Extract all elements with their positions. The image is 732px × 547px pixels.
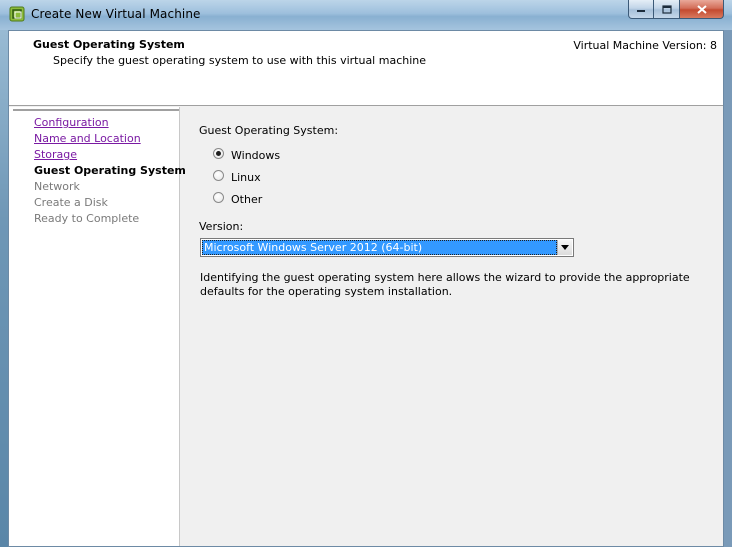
wizard-window: Create New Virtual Machine Guest Operati… (0, 0, 732, 547)
step-guest-operating-system: Guest Operating System (34, 164, 186, 177)
version-dropdown[interactable]: Microsoft Windows Server 2012 (64-bit) (200, 238, 574, 257)
close-button[interactable] (680, 0, 724, 19)
radio-windows-label[interactable]: Windows (231, 149, 280, 162)
version-label: Version: (199, 220, 244, 233)
caption-buttons (628, 0, 724, 20)
guest-os-label: Guest Operating System: (199, 124, 339, 137)
title-bar[interactable]: Create New Virtual Machine (0, 0, 732, 30)
window-title: Create New Virtual Machine (31, 7, 201, 21)
maximize-icon (661, 4, 672, 14)
radio-linux[interactable] (213, 170, 224, 181)
step-configuration[interactable]: Configuration (34, 116, 109, 129)
window-right-border (724, 30, 732, 547)
page-title: Guest Operating System (33, 38, 185, 51)
maximize-button[interactable] (654, 0, 680, 19)
minimize-icon (637, 10, 645, 12)
vm-wizard-icon (9, 6, 25, 22)
page-subtitle: Specify the guest operating system to us… (53, 54, 427, 67)
radio-windows[interactable] (213, 148, 224, 159)
vm-version-label: Virtual Machine Version: 8 (573, 39, 717, 52)
nav-divider (13, 109, 179, 111)
radio-linux-label[interactable]: Linux (231, 171, 261, 184)
step-network: Network (34, 180, 80, 193)
step-storage[interactable]: Storage (34, 148, 77, 161)
radio-other[interactable] (213, 192, 224, 203)
wizard-header: Guest Operating System Specify the guest… (9, 31, 723, 106)
radio-other-label[interactable]: Other (231, 193, 262, 206)
close-icon (696, 4, 707, 14)
chevron-down-icon[interactable] (557, 240, 572, 255)
step-name-and-location[interactable]: Name and Location (34, 132, 141, 145)
guest-os-description: Identifying the guest operating system h… (200, 271, 690, 298)
wizard-steps-nav: Configuration Name and Location Storage … (9, 107, 186, 546)
step-ready-to-complete: Ready to Complete (34, 212, 140, 225)
wizard-client-area: Guest Operating System Specify the guest… (8, 30, 724, 547)
minimize-button[interactable] (628, 0, 654, 19)
version-dropdown-value: Microsoft Windows Server 2012 (64-bit) (202, 240, 557, 255)
step-create-a-disk: Create a Disk (34, 196, 108, 209)
wizard-main-panel: Guest Operating System: Windows Linux Ot… (180, 107, 723, 546)
